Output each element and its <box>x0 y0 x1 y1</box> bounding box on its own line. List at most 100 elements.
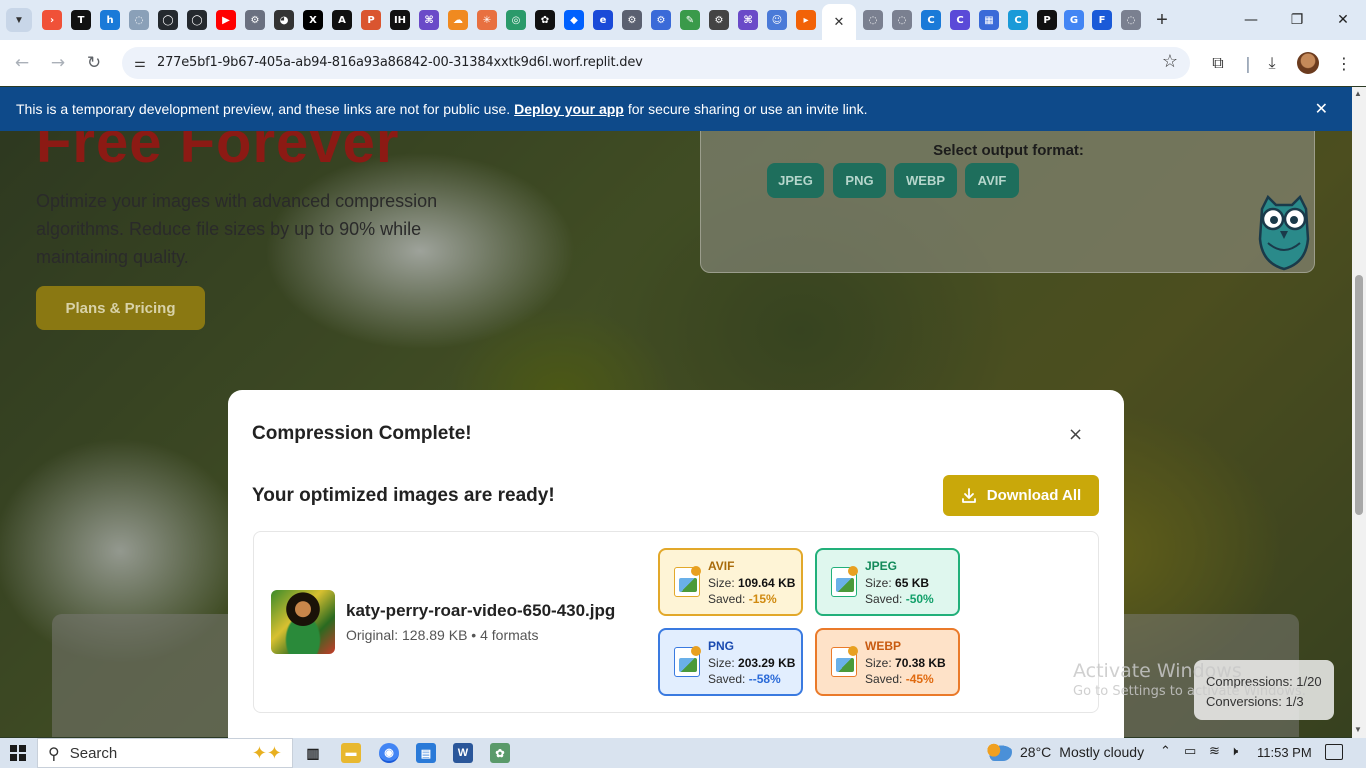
browser-toolbar: ← → ↻ ⚌ 277e5bf1-9b67-405a-ab94-816a93a8… <box>0 40 1366 86</box>
format-saved: Saved: --58% <box>708 672 781 686</box>
c-icon[interactable]: C <box>950 10 970 30</box>
chrome-icon[interactable]: ◉ <box>379 743 399 763</box>
format-result-webp[interactable]: WEBP Size: 70.38 KB Saved: -45% <box>815 628 960 696</box>
format-webp-button[interactable]: WEBP <box>894 163 957 198</box>
search-icon: ⚲ <box>48 743 60 763</box>
replit-icon[interactable]: ▸ <box>796 10 816 30</box>
h-icon[interactable]: h <box>100 10 120 30</box>
reload-button[interactable]: ↻ <box>82 51 106 75</box>
anthropic-icon[interactable]: A <box>332 10 352 30</box>
close-icon[interactable]: ✕ <box>1315 99 1328 119</box>
back-button[interactable]: ← <box>10 51 34 75</box>
deploy-app-link[interactable]: Deploy your app <box>514 101 624 117</box>
wifi-icon[interactable]: ≋ <box>1209 744 1220 759</box>
trello-icon[interactable]: T <box>71 10 91 30</box>
format-panel: Select output format: JPEG PNG WEBP AVIF <box>700 131 1315 273</box>
format-result-jpeg[interactable]: JPEG Size: 65 KB Saved: -50% <box>815 548 960 616</box>
forward-button[interactable]: → <box>46 51 70 75</box>
restore-button[interactable]: ❐ <box>1277 6 1317 34</box>
site-info-icon[interactable]: ⚌ <box>130 53 150 73</box>
p-icon[interactable]: P <box>1037 10 1057 30</box>
owl-logo-icon <box>1258 194 1310 271</box>
chevron-up-icon[interactable]: ⌃ <box>1160 744 1171 759</box>
format-result-avif[interactable]: AVIF Size: 109.64 KB Saved: -15% <box>658 548 803 616</box>
ih-icon[interactable]: IH <box>390 10 410 30</box>
globe-icon[interactable]: ◌ <box>892 10 912 30</box>
active-tab[interactable]: ✕ <box>822 4 856 40</box>
chevron-down-icon: ▼ <box>14 14 24 26</box>
calendar-icon[interactable]: ▦ <box>979 10 999 30</box>
cloud-icon[interactable]: ☁ <box>448 10 468 30</box>
format-avif-button[interactable]: AVIF <box>965 163 1019 198</box>
globe-icon[interactable]: ◌ <box>1121 10 1141 30</box>
volume-icon[interactable]: 🕨 <box>1230 744 1238 759</box>
new-tab-button[interactable]: + <box>1150 8 1174 32</box>
search-placeholder: Search <box>69 744 118 762</box>
task-view-icon[interactable]: ▥ <box>303 743 323 763</box>
panda-icon[interactable]: ◕ <box>274 10 294 30</box>
close-tab-icon[interactable]: ✕ <box>834 14 845 30</box>
menu-icon[interactable]: ⋮ <box>1333 52 1355 74</box>
dropbox-icon[interactable]: ◆ <box>564 10 584 30</box>
bookmark-star-icon[interactable]: ☆ <box>1162 51 1178 72</box>
scroll-thumb[interactable] <box>1355 275 1363 515</box>
google-icon[interactable]: G <box>1064 10 1084 30</box>
sun-icon[interactable]: ✳ <box>477 10 497 30</box>
battery-icon[interactable]: ▭ <box>1184 744 1196 759</box>
scroll-down-icon[interactable]: ▼ <box>1354 725 1362 734</box>
watermark-subtitle: Go to Settings to activate Windows. <box>1073 684 1306 699</box>
download-all-button[interactable]: Download All <box>943 475 1099 516</box>
downloads-icon[interactable]: ⤓ <box>1261 52 1283 74</box>
format-png-button[interactable]: PNG <box>833 163 886 198</box>
e-icon[interactable]: e <box>593 10 613 30</box>
globe-icon[interactable]: ◌ <box>129 10 149 30</box>
scroll-up-icon[interactable]: ▲ <box>1354 89 1362 98</box>
grid-icon[interactable]: ⌘ <box>419 10 439 30</box>
close-window-button[interactable]: ✕ <box>1323 6 1363 34</box>
youtube-icon[interactable]: ▶ <box>216 10 236 30</box>
globe-icon[interactable]: ◌ <box>863 10 883 30</box>
gear-site-icon[interactable]: ⚙ <box>245 10 265 30</box>
address-bar[interactable]: ⚌ 277e5bf1-9b67-405a-ab94-816a93a86842-0… <box>122 47 1190 79</box>
format-result-png[interactable]: PNG Size: 203.29 KB Saved: --58% <box>658 628 803 696</box>
modal-close-button[interactable]: × <box>1068 424 1083 445</box>
profile-avatar[interactable] <box>1297 52 1319 74</box>
c-icon[interactable]: C <box>921 10 941 30</box>
notification-icon[interactable] <box>1325 744 1343 760</box>
openai-icon[interactable]: ✿ <box>535 10 555 30</box>
pencil-icon[interactable]: ✎ <box>680 10 700 30</box>
word-icon[interactable]: W <box>453 743 473 763</box>
minimize-button[interactable]: — <box>1231 6 1271 34</box>
plans-pricing-button[interactable]: Plans & Pricing <box>36 286 205 330</box>
x-icon[interactable]: X <box>303 10 323 30</box>
format-size: Size: 109.64 KB <box>708 576 796 590</box>
file-meta: Original: 128.89 KB • 4 formats <box>346 627 539 643</box>
notepad-icon[interactable]: ▤ <box>416 743 436 763</box>
grid-icon[interactable]: ⌘ <box>738 10 758 30</box>
format-jpeg-button[interactable]: JPEG <box>767 163 824 198</box>
forms-icon[interactable]: F <box>1092 10 1112 30</box>
shield-icon[interactable]: ⚙ <box>651 10 671 30</box>
extensions-icon[interactable]: ⧉ <box>1207 52 1229 74</box>
start-button[interactable] <box>10 745 26 761</box>
robot-icon[interactable]: ☺ <box>767 10 787 30</box>
producthunt-icon[interactable]: P <box>361 10 381 30</box>
page-scrollbar[interactable]: ▲ ▼ <box>1352 87 1366 738</box>
github-icon[interactable]: ◯ <box>158 10 178 30</box>
c-icon[interactable]: C <box>1008 10 1028 30</box>
tab-search-button[interactable]: ▼ <box>6 8 32 32</box>
url-text[interactable]: 277e5bf1-9b67-405a-ab94-816a93a86842-00-… <box>157 55 643 70</box>
file-explorer-icon[interactable]: ▬ <box>341 743 361 763</box>
clock[interactable]: 11:53 PM <box>1257 745 1312 760</box>
dev-preview-banner: This is a temporary development preview,… <box>0 87 1352 131</box>
weather-widget[interactable]: 28°C Mostly cloudy <box>986 743 1144 761</box>
github-icon[interactable]: ◯ <box>187 10 207 30</box>
hero-title: Free Forever <box>36 131 400 175</box>
format-name: AVIF <box>708 559 735 573</box>
swift-icon[interactable]: › <box>42 10 62 30</box>
settings-icon[interactable]: ⚙ <box>709 10 729 30</box>
gear-site-icon[interactable]: ⚙ <box>622 10 642 30</box>
circle-icon[interactable]: ◎ <box>506 10 526 30</box>
taskbar-search[interactable]: ⚲ Search ✦✦ <box>37 738 293 768</box>
app-icon[interactable]: ✿ <box>490 743 510 763</box>
